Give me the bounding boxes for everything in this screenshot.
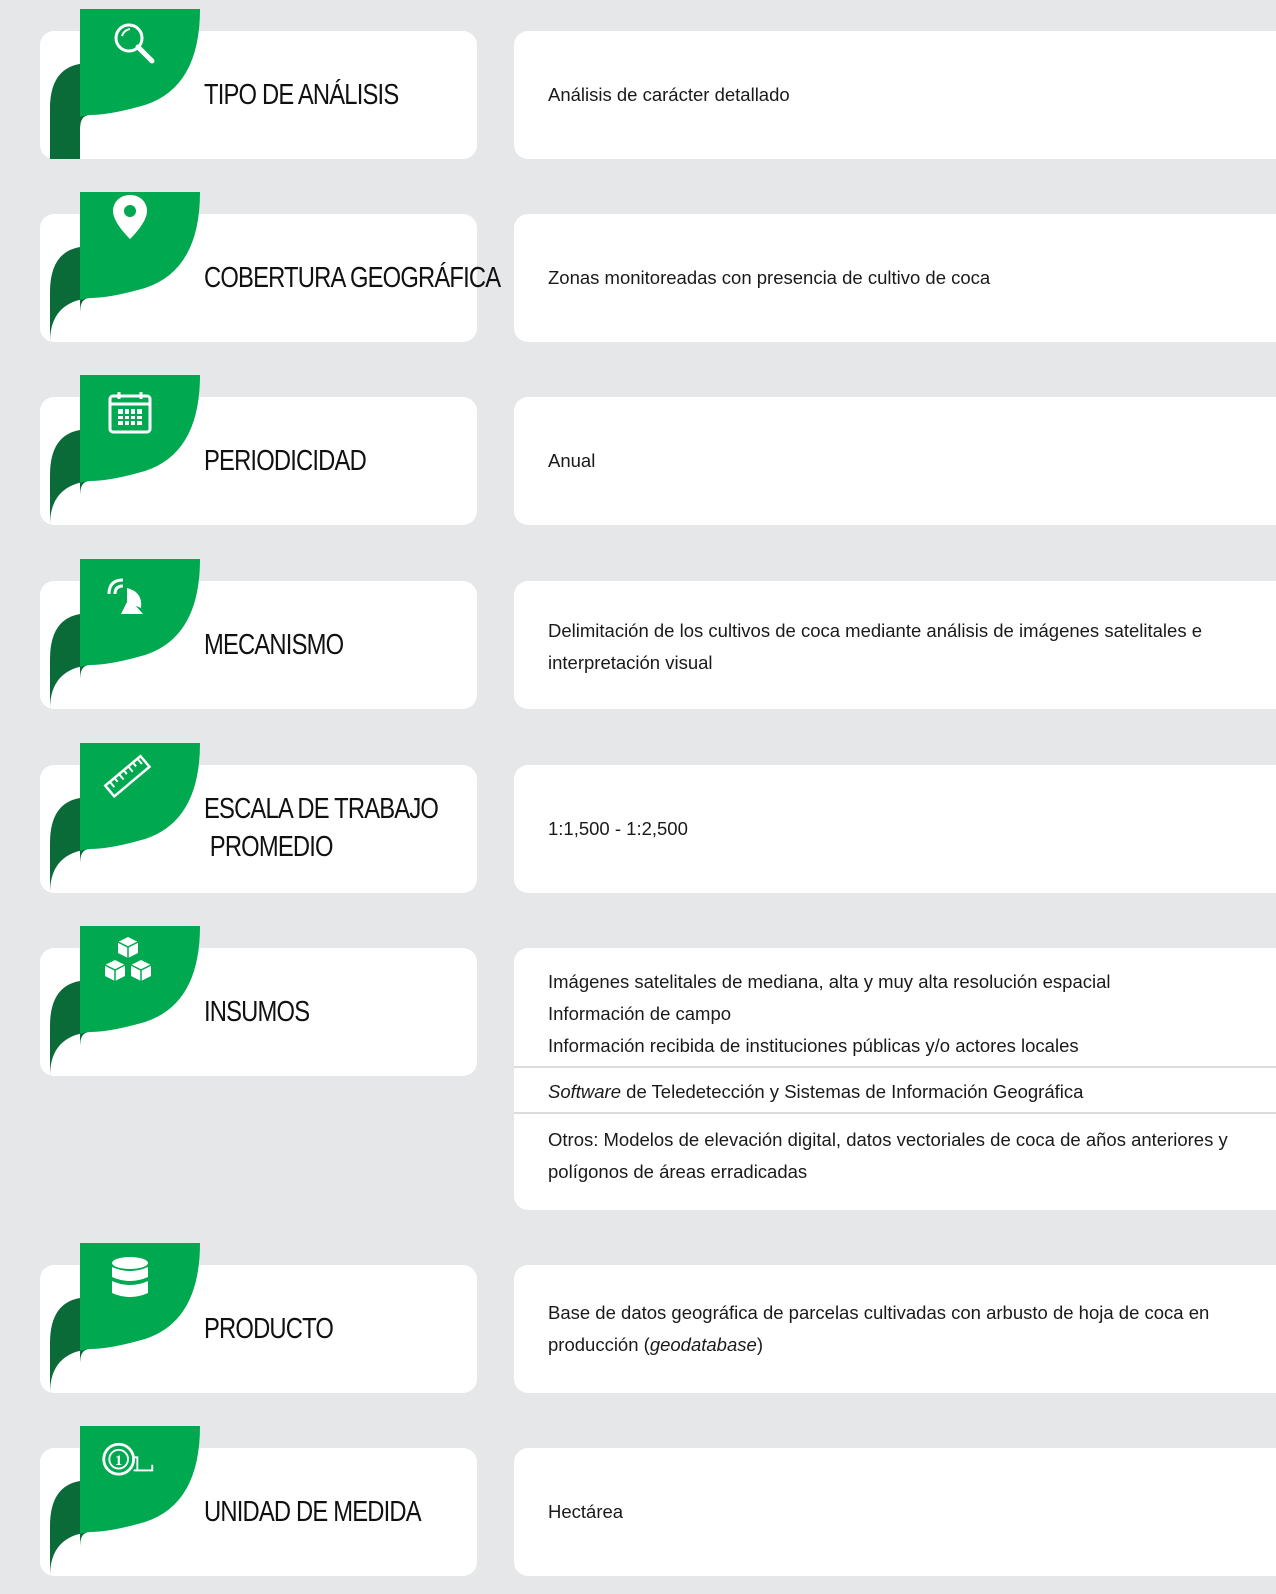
tab-ribbon: [50, 1243, 200, 1393]
tab-ribbon: [50, 375, 200, 525]
tab-ribbon: [50, 190, 200, 342]
label-card: INSUMOS: [40, 926, 477, 1076]
value-card: Zonas monitoreadas con presencia de cult…: [514, 214, 1276, 342]
tape-measure-icon: 1: [100, 1434, 156, 1490]
insumos-otros: Otros: Modelos de elevación digital, dat…: [548, 1129, 1228, 1182]
software-italic: Software: [548, 1081, 622, 1102]
label-card: PERIODICIDAD: [40, 375, 477, 525]
value-card: Base de datos geográfica de parcelas cul…: [514, 1265, 1276, 1393]
label-card: COBERTURA GEOGRÁFICA: [40, 192, 501, 342]
value-card: Anual: [514, 397, 1276, 525]
insumos-line: Imágenes satelitales de mediana, alta y …: [548, 971, 1111, 992]
satellite-dish-icon: [100, 569, 156, 625]
row-label: INSUMOS: [204, 996, 310, 1028]
tab-ribbon: [50, 559, 200, 709]
divider: [514, 1112, 1276, 1114]
calendar-icon: [102, 385, 158, 441]
tab-ribbon: [50, 9, 200, 159]
row-value: Base de datos geográfica de parcelas cul…: [548, 1297, 1264, 1361]
value-card: Imágenes satelitales de mediana, alta y …: [514, 948, 1276, 1210]
tab-ribbon: 1: [50, 1426, 200, 1576]
row-label: PRODUCTO: [204, 1313, 334, 1345]
divider: [514, 1066, 1276, 1068]
insumos-line: Información recibida de instituciones pú…: [548, 1035, 1079, 1056]
label-card: ESCALA DE TRABAJO PROMEDIO: [40, 743, 477, 893]
value-card: Hectárea: [514, 1448, 1276, 1576]
row-label: TIPO DE ANÁLISIS: [204, 79, 399, 111]
row-label-line1: ESCALA DE TRABAJO: [204, 793, 439, 825]
ruler-icon: [100, 749, 156, 805]
row-value: Delimitación de los cultivos de coca med…: [548, 620, 1203, 673]
value-card: Delimitación de los cultivos de coca med…: [514, 581, 1276, 709]
tab-ribbon: [50, 743, 200, 893]
label-card: PRODUCTO: [40, 1243, 477, 1393]
label-card: 1 UNIDAD DE MEDIDA: [40, 1426, 477, 1576]
software-rest: de Teledetección y Sistemas de Informaci…: [621, 1081, 1084, 1102]
database-icon: [102, 1251, 158, 1307]
cubes-icon: [100, 932, 156, 988]
row-label: MECANISMO: [204, 629, 344, 661]
insumos-software: Software de Teledetección y Sistemas de …: [548, 1076, 1264, 1108]
row-label: UNIDAD DE MEDIDA: [204, 1496, 422, 1528]
value-card: Análisis de carácter detallado: [514, 31, 1276, 159]
producto-text-b: ): [756, 1334, 763, 1355]
producto-text-a: Base de datos geográfica de parcelas cul…: [548, 1302, 1210, 1355]
value-card: 1:1,500 - 1:2,500: [514, 765, 1276, 893]
row-value: Análisis de carácter detallado: [548, 84, 790, 105]
label-card: MECANISMO: [40, 559, 477, 709]
insumos-line: Información de campo: [548, 1003, 732, 1024]
row-value: Anual: [548, 450, 596, 471]
row-label: COBERTURA GEOGRÁFICA: [204, 262, 501, 294]
tab-ribbon: [50, 926, 200, 1076]
svg-text:1: 1: [115, 1453, 122, 1469]
producto-italic: geodatabase: [649, 1334, 757, 1355]
row-label-line2: PROMEDIO: [204, 831, 334, 863]
row-label: PERIODICIDAD: [204, 445, 367, 477]
row-value: Hectárea: [548, 1501, 624, 1522]
row-value: Zonas monitoreadas con presencia de cult…: [548, 267, 991, 288]
row-value: 1:1,500 - 1:2,500: [548, 818, 688, 839]
magnifier-icon: [106, 15, 162, 71]
location-pin-icon: [102, 190, 158, 246]
label-card: TIPO DE ANÁLISIS: [40, 9, 477, 159]
